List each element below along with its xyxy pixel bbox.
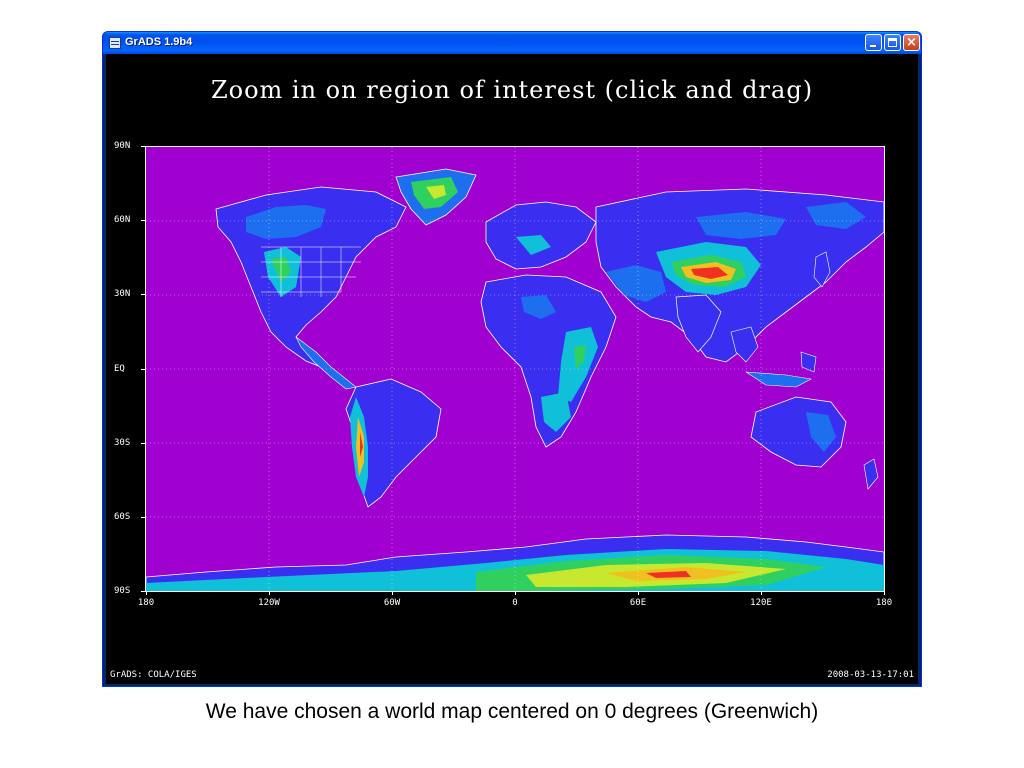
window-title: GrADS 1.9b4 [125, 36, 193, 48]
window-titlebar[interactable]: GrADS 1.9b4 × [103, 32, 921, 54]
lon-label-180w: 180 [137, 598, 155, 608]
close-button[interactable]: × [903, 34, 920, 51]
grads-window[interactable]: GrADS 1.9b4 × Zoom in on region of inter… [102, 31, 922, 687]
minimize-button[interactable] [865, 34, 882, 51]
maximize-button[interactable] [884, 34, 901, 51]
grads-timestamp: 2008-03-13-17:01 [827, 670, 914, 680]
lat-label-90n: 90N [114, 141, 131, 151]
lon-label-120e: 120E [750, 598, 772, 608]
maximize-icon [888, 38, 897, 47]
grads-display-area[interactable]: Zoom in on region of interest (click and… [106, 54, 918, 684]
lat-label-30n: 30N [114, 289, 131, 299]
lat-label-30s: 30S [114, 438, 131, 448]
close-icon: × [906, 35, 917, 50]
zoom-prompt: Zoom in on region of interest (click and… [210, 76, 814, 104]
app-icon[interactable] [109, 37, 121, 49]
lat-label-60n: 60N [114, 215, 131, 225]
lon-label-0: 0 [512, 598, 518, 608]
lat-label-eq: EQ [114, 364, 125, 374]
lon-label-120w: 120W [258, 598, 280, 608]
lat-label-90s: 90S [114, 586, 131, 596]
world-map[interactable] [145, 146, 885, 592]
world-map-plot[interactable] [146, 147, 884, 591]
lon-label-60w: 60W [383, 598, 401, 608]
lat-label-60s: 60S [114, 512, 131, 522]
lon-label-60e: 60E [629, 598, 647, 608]
minimize-icon [870, 45, 876, 47]
lon-label-180e: 180 [875, 598, 893, 608]
slide-caption: We have chosen a world map centered on 0… [205, 700, 819, 723]
slide: GrADS 1.9b4 × Zoom in on region of inter… [0, 0, 1024, 768]
grads-credit: GrADS: COLA/IGES [110, 670, 197, 680]
